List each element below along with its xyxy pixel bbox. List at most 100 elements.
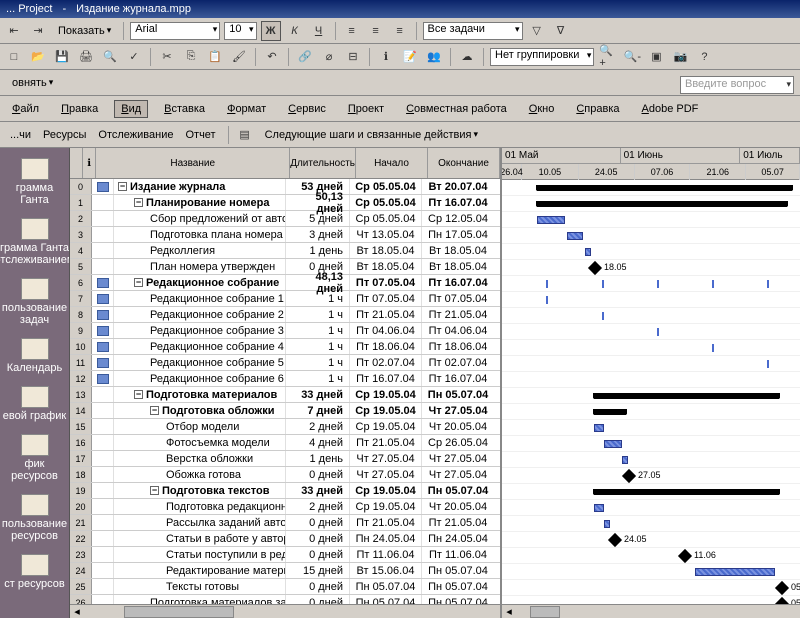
end-cell[interactable]: Ср 12.05.04	[422, 211, 494, 226]
start-cell[interactable]: Вт 18.05.04	[350, 259, 422, 274]
summary-bar[interactable]	[594, 489, 779, 495]
start-cell[interactable]: Ср 19.05.04	[350, 403, 422, 418]
task-bar[interactable]	[604, 440, 622, 448]
question-input[interactable]: Введите вопрос	[680, 76, 794, 94]
task-name-cell[interactable]: Редакционное собрание 1	[114, 291, 286, 306]
start-cell[interactable]: Ср 19.05.04	[350, 419, 422, 434]
menu-файл[interactable]: Файл	[6, 101, 45, 117]
end-cell[interactable]: Вт 20.07.04	[422, 179, 494, 194]
task-name-cell[interactable]: Подготовка редакционных	[114, 499, 286, 514]
gantt-row[interactable]	[502, 356, 800, 372]
duration-cell[interactable]: 1 ч	[286, 291, 350, 306]
autofilter-icon[interactable]: ▽	[527, 21, 547, 41]
viewbar-item[interactable]: пользование задач	[0, 272, 69, 332]
show-dropdown[interactable]: Показать	[52, 23, 117, 39]
end-cell[interactable]: Пн 05.07.04	[422, 579, 494, 594]
end-cell[interactable]: Вт 18.05.04	[422, 243, 494, 258]
end-cell[interactable]: Пт 07.05.04	[422, 291, 494, 306]
goto-task-icon[interactable]: ▣	[646, 47, 666, 67]
help-icon[interactable]: ?	[694, 47, 714, 67]
duration-cell[interactable]: 1 ч	[286, 323, 350, 338]
menu-сервис[interactable]: Сервис	[282, 101, 332, 117]
task-name-cell[interactable]: Подготовка плана номера	[114, 227, 286, 242]
recurring-tick[interactable]	[546, 296, 548, 304]
end-cell[interactable]: Чт 27.05.04	[422, 451, 494, 466]
viewbar-item[interactable]: фик ресурсов	[0, 428, 69, 488]
duration-cell[interactable]: 0 дней	[286, 467, 350, 482]
row-number[interactable]: 1	[70, 195, 92, 210]
header-duration[interactable]: Длительность	[290, 148, 356, 178]
spellcheck-icon[interactable]: ✓	[124, 47, 144, 67]
row-number[interactable]: 25	[70, 579, 92, 594]
gantt-row[interactable]	[502, 516, 800, 532]
summary-bar[interactable]	[594, 393, 779, 399]
gantt-hscroll[interactable]: ◂	[502, 604, 800, 618]
gantt-row[interactable]: 11.06	[502, 548, 800, 564]
start-cell[interactable]: Пн 24.05.04	[350, 531, 422, 546]
start-cell[interactable]: Чт 27.05.04	[350, 467, 422, 482]
gantt-row[interactable]	[502, 420, 800, 436]
duration-cell[interactable]: 1 ч	[286, 307, 350, 322]
gantt-row[interactable]	[502, 180, 800, 196]
print-icon[interactable]: 🖨	[76, 47, 96, 67]
row-number[interactable]: 6	[70, 275, 92, 290]
recurring-tick[interactable]	[767, 360, 769, 368]
duration-cell[interactable]: 0 дней	[286, 515, 350, 530]
task-name-cell[interactable]: Редакционное собрание 6	[114, 371, 286, 386]
gantt-row[interactable]	[502, 228, 800, 244]
paste-icon[interactable]: 📋	[205, 47, 225, 67]
start-cell[interactable]: Вт 18.05.04	[350, 243, 422, 258]
start-cell[interactable]: Пт 21.05.04	[350, 307, 422, 322]
task-name-cell[interactable]: Редакционное собрание 3	[114, 323, 286, 338]
format-painter-icon[interactable]: 🖌	[229, 47, 249, 67]
task-row[interactable]: 7Редакционное собрание 11 чПт 07.05.04Пт…	[70, 291, 500, 307]
gantt-row[interactable]	[502, 308, 800, 324]
end-cell[interactable]: Пт 16.07.04	[422, 371, 494, 386]
task-name-cell[interactable]: Статьи в работе у авторо	[114, 531, 286, 546]
task-name-cell[interactable]: Фотосъемка модели	[114, 435, 286, 450]
cut-icon[interactable]: ✂	[157, 47, 177, 67]
align-right-icon[interactable]: ≡	[390, 21, 410, 41]
duration-cell[interactable]: 0 дней	[286, 531, 350, 546]
duration-cell[interactable]: 0 дней	[286, 547, 350, 562]
copy-picture-icon[interactable]: 📷	[670, 47, 690, 67]
recurring-tick[interactable]	[546, 280, 548, 288]
new-icon[interactable]: □	[4, 47, 24, 67]
task-row[interactable]: 25Тексты готовы0 днейПн 05.07.04Пн 05.07…	[70, 579, 500, 595]
row-number[interactable]: 2	[70, 211, 92, 226]
end-cell[interactable]: Пт 02.07.04	[422, 355, 494, 370]
task-bar[interactable]	[585, 248, 591, 256]
task-name-cell[interactable]: Редакционное собрание 4	[114, 339, 286, 354]
recurring-tick[interactable]	[712, 344, 714, 352]
task-notes-icon[interactable]: 📝	[400, 47, 420, 67]
menu-adobe pdf[interactable]: Adobe PDF	[636, 101, 705, 117]
summary-bar[interactable]	[594, 409, 626, 415]
start-cell[interactable]: Ср 05.05.04	[350, 179, 422, 194]
end-cell[interactable]: Пн 24.05.04	[422, 531, 494, 546]
start-cell[interactable]: Пт 16.07.04	[350, 371, 422, 386]
duration-cell[interactable]: 2 дней	[286, 499, 350, 514]
grid-hscroll[interactable]: ◂	[70, 604, 500, 618]
row-number[interactable]: 12	[70, 371, 92, 386]
row-number[interactable]: 4	[70, 243, 92, 258]
header-rownum[interactable]	[70, 148, 83, 178]
end-cell[interactable]: Чт 20.05.04	[422, 499, 494, 514]
end-cell[interactable]: Пн 17.05.04	[422, 227, 494, 242]
task-name-cell[interactable]: Рассылка заданий авторам	[114, 515, 286, 530]
task-bar[interactable]	[594, 504, 604, 512]
link-icon[interactable]: 🔗	[295, 47, 315, 67]
task-row[interactable]: 8Редакционное собрание 21 чПт 21.05.04Пт…	[70, 307, 500, 323]
end-cell[interactable]: Вт 18.05.04	[422, 259, 494, 274]
task-name-cell[interactable]: Редколлегия	[114, 243, 286, 258]
task-bar[interactable]	[594, 424, 604, 432]
gantt-row[interactable]	[502, 564, 800, 580]
end-cell[interactable]: Пт 16.07.04	[422, 195, 494, 210]
viewbar-item[interactable]: грамма Ганта	[0, 152, 69, 212]
gantt-row[interactable]	[502, 324, 800, 340]
viewbar-item[interactable]: Календарь	[0, 332, 69, 380]
header-start[interactable]: Начало	[356, 148, 428, 178]
task-row[interactable]: 2Сбор предложений от авторов5 днейСр 05.…	[70, 211, 500, 227]
menu-вставка[interactable]: Вставка	[158, 101, 211, 117]
task-name-cell[interactable]: −Планирование номера	[114, 195, 286, 210]
row-number[interactable]: 5	[70, 259, 92, 274]
